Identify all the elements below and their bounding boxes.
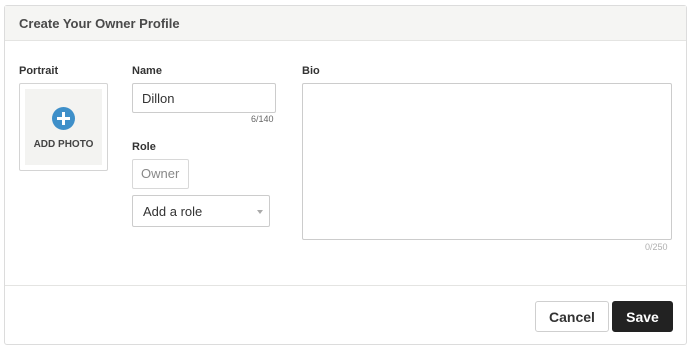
name-input[interactable]	[132, 83, 276, 113]
add-role-select[interactable]: Add a role	[132, 195, 270, 227]
bio-textarea[interactable]	[302, 83, 672, 240]
portrait-placeholder: ADD PHOTO	[25, 89, 102, 165]
dialog-header: Create Your Owner Profile	[5, 6, 686, 41]
bio-label: Bio	[302, 65, 320, 77]
portrait-label: Portrait	[19, 65, 59, 77]
add-photo-button[interactable]: ADD PHOTO	[19, 83, 108, 171]
role-chip-owner: Owner	[132, 159, 189, 189]
role-label: Role	[132, 141, 156, 153]
footer-divider	[5, 285, 686, 286]
name-char-counter: 6/140	[251, 114, 274, 124]
add-role-select-value: Add a role	[143, 204, 203, 219]
chevron-down-icon	[257, 210, 263, 214]
dialog-title: Create Your Owner Profile	[19, 16, 180, 31]
owner-profile-dialog: Create Your Owner Profile Portrait ADD P…	[4, 5, 687, 345]
cancel-button[interactable]: Cancel	[535, 301, 609, 332]
add-photo-label: ADD PHOTO	[33, 139, 94, 150]
save-button[interactable]: Save	[612, 301, 673, 332]
name-label: Name	[132, 65, 162, 77]
plus-circle-icon	[52, 107, 75, 130]
bio-char-counter: 0/250	[645, 242, 668, 252]
